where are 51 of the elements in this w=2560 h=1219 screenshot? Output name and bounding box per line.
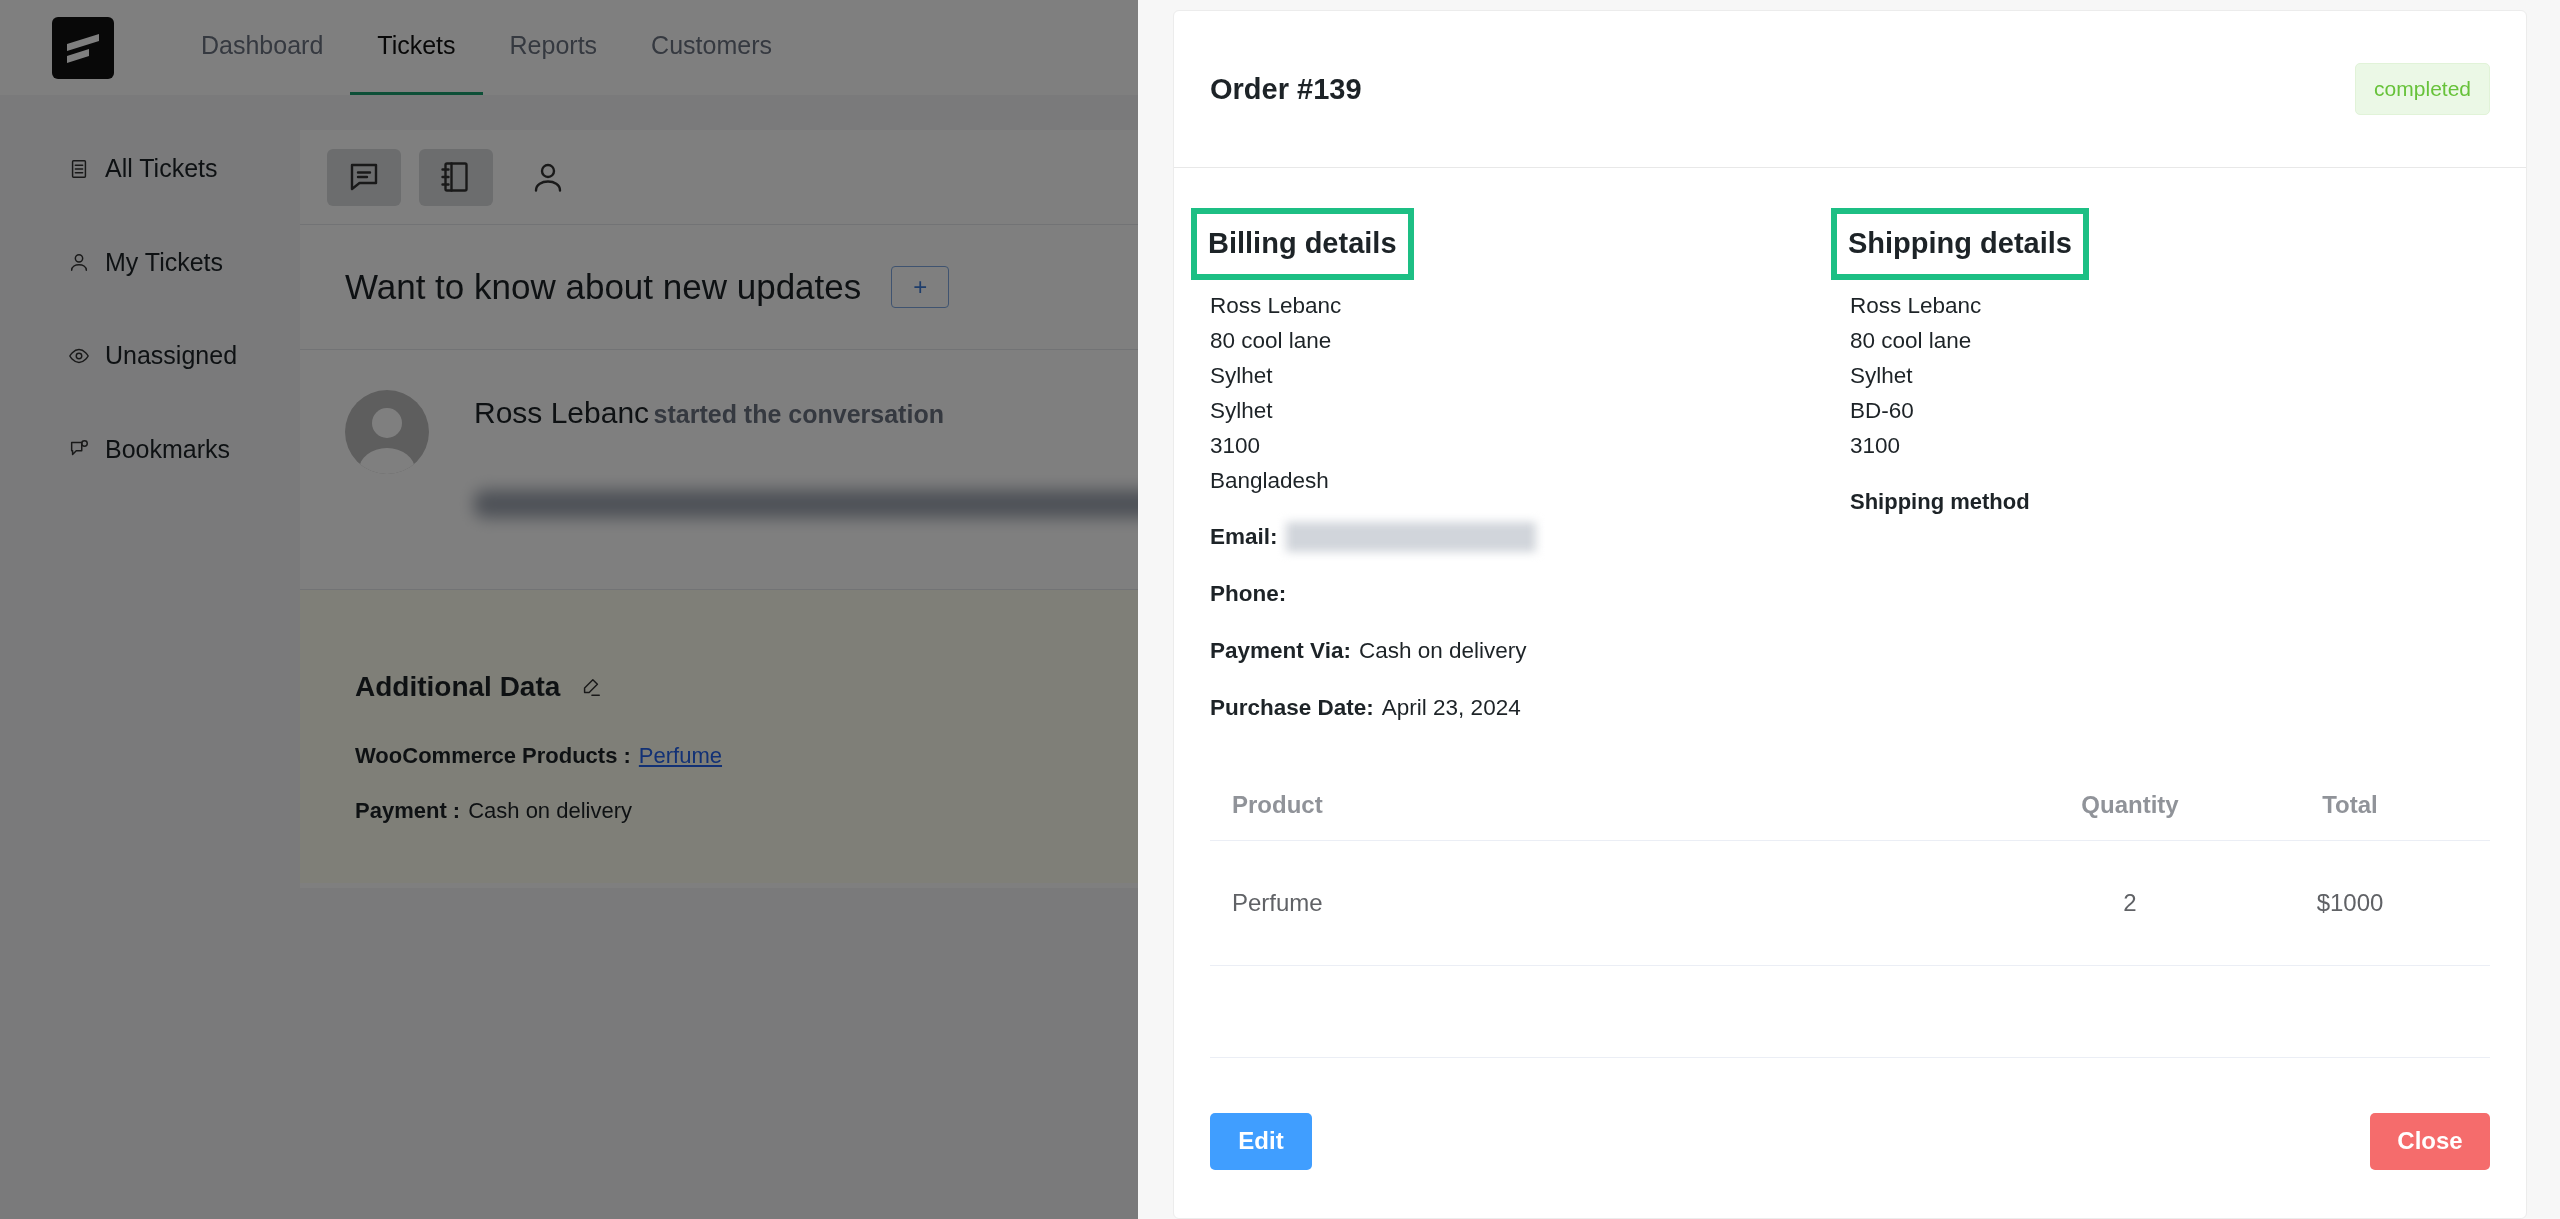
add-button[interactable]: + [891, 266, 950, 308]
field-label: Payment Via: [1210, 637, 1351, 666]
address-line: Sylhet [1210, 396, 1274, 425]
field-label: Purchase Date: [1210, 694, 1374, 723]
column-header: Quantity [2080, 790, 2180, 820]
field-label: Payment : [355, 796, 461, 825]
address-line: 80 cool lane [1210, 326, 1333, 355]
conversation-action: started the conversation [653, 400, 944, 428]
field-label: Email: [1210, 523, 1278, 552]
address-line: Bangladesh [1210, 466, 1330, 495]
order-title: Order #139 [1210, 71, 1362, 107]
sidebar-item[interactable]: All Tickets [105, 150, 218, 188]
table-cell-text: $1000 [2315, 887, 2385, 918]
address-line: Sylhet [1850, 361, 1914, 390]
address-line: Sylhet [1210, 361, 1274, 390]
field-value: Cash on delivery [468, 796, 633, 825]
section-heading: Billing details [1191, 208, 1414, 280]
author-name: Ross Lebanc [474, 396, 650, 429]
address-line: 3100 [1210, 431, 1262, 460]
nav-tab[interactable]: Customers [624, 0, 799, 95]
column-header: Total [2321, 790, 2379, 820]
close-button[interactable]: Close [2370, 1112, 2490, 1170]
toolbar-button[interactable] [327, 148, 401, 206]
field-label: Phone: [1210, 580, 1287, 609]
address-line: 80 cool lane [1850, 326, 1973, 355]
field-label: Shipping method [1850, 487, 2031, 516]
sidebar-item[interactable]: My Tickets [105, 243, 224, 281]
product-link[interactable]: Perfume [638, 738, 722, 772]
field-value: April 23, 2024 [1381, 694, 1521, 723]
section-heading: Shipping details [1831, 208, 2089, 280]
address-line: Ross Lebanc [1210, 291, 1343, 320]
toolbar-button[interactable] [419, 148, 493, 206]
status-badge: completed [2355, 63, 2490, 115]
section-title: Additional Data [355, 670, 561, 704]
ticket-title: Want to know about new updates [345, 266, 862, 308]
address-line: 3100 [1850, 431, 1902, 460]
nav-tab[interactable]: Reports [482, 0, 625, 95]
field-value: Cash on delivery [1358, 637, 1527, 666]
address-line: Ross Lebanc [1850, 291, 1983, 320]
edit-button[interactable]: Edit [1210, 1112, 1312, 1170]
nav-tab[interactable]: Dashboard [174, 0, 351, 95]
sidebar-item[interactable]: Unassigned [105, 337, 238, 375]
person-icon [68, 251, 90, 274]
sidebar-item[interactable]: Bookmarks [105, 430, 231, 468]
table-cell-text: 2 [2122, 887, 2138, 918]
nav-tab[interactable]: Tickets [350, 0, 483, 95]
address-line: BD-60 [1850, 396, 1915, 425]
column-header: Product [1231, 790, 1324, 820]
logo[interactable] [52, 16, 114, 79]
table-cell-text: Perfume [1231, 887, 1324, 918]
field-label: WooCommerce Products : [355, 741, 631, 770]
